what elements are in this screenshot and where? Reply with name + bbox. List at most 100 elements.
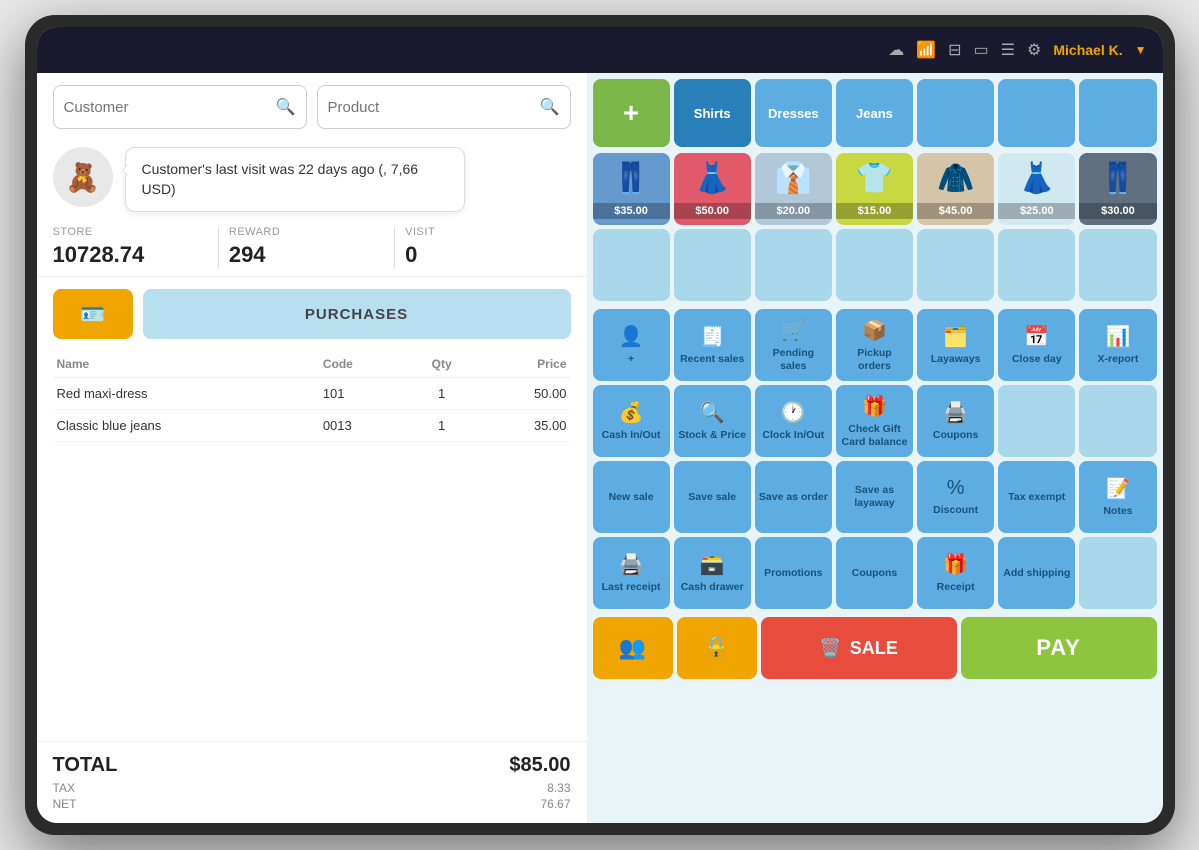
receipt-label: Receipt [937,581,975,594]
save-as-order-button[interactable]: Save as order [755,461,832,533]
pending-sales-label: Pending sales [759,347,828,372]
table-row[interactable]: Classic blue jeans 0013 1 35.00 [53,410,571,442]
net-label: NET [53,797,77,811]
product-red-dress-img: 👗 [674,153,751,203]
item-qty: 1 [409,410,475,442]
product-empty-grid [587,229,1163,305]
item-name: Red maxi-dress [53,378,319,410]
product-beige[interactable]: 🧥 $45.00 [917,153,994,225]
tooltip-text: Customer's last visit was 22 days ago (,… [142,161,419,197]
lock-button[interactable]: 🔒 [677,617,757,679]
receipt-button[interactable]: 🎁 Receipt [917,537,994,609]
card-button[interactable]: 🪪 [53,289,133,339]
product-jeans-price: $35.00 [593,203,670,219]
product-yellow-shirt[interactable]: 👕 $15.00 [836,153,913,225]
product-white[interactable]: 👗 $25.00 [998,153,1075,225]
customer-search-box: 🔍 [53,85,307,129]
close-day-button[interactable]: 📅 Close day [998,309,1075,381]
signal-icon: 📶 [916,40,936,60]
close-day-icon: 📅 [1024,324,1049,349]
pickup-orders-icon: 📦 [862,318,887,343]
product-yellow-price: $15.00 [836,203,913,219]
stock-price-button[interactable]: 🔍 Stock & Price [674,385,751,457]
cloud-icon: ☁ [888,40,904,60]
function-grid-3: New sale Save sale Save as order Save as… [587,461,1163,537]
stock-price-icon: 🔍 [700,400,725,425]
add-category-button[interactable]: + [593,79,670,147]
category-4[interactable] [917,79,994,147]
table-row[interactable]: Red maxi-dress 101 1 50.00 [53,378,571,410]
item-name: Classic blue jeans [53,410,319,442]
col-code-header: Code [319,351,409,378]
add-customer-button[interactable]: 👤 + [593,309,670,381]
product-shirt-price: $20.00 [755,203,832,219]
purchases-button[interactable]: PURCHASES [143,289,571,339]
close-day-label: Close day [1012,353,1062,366]
pickup-orders-button[interactable]: 📦 Pickup orders [836,309,913,381]
coupons-label: Coupons [852,567,898,580]
clock-in-out-icon: 🕐 [781,400,806,425]
receipt-icon: 🎁 [943,552,968,577]
promotions-button[interactable]: Promotions [755,537,832,609]
x-report-label: X-report [1098,353,1139,366]
save-sale-button[interactable]: Save sale [674,461,751,533]
pay-button[interactable]: PAY [961,617,1157,679]
layaways-label: Layaways [931,353,981,366]
store-stat: STORE 10728.74 [53,226,219,268]
tax-exempt-button[interactable]: Tax exempt [998,461,1075,533]
save-as-layaway-button[interactable]: Save as layaway [836,461,913,533]
sale-button[interactable]: 🗑️ SALE [761,617,957,679]
product-jeans[interactable]: 👖 $35.00 [593,153,670,225]
discount-button[interactable]: % Discount [917,461,994,533]
notes-icon: 📝 [1105,476,1130,501]
last-receipt-button[interactable]: 🖨️ Last receipt [593,537,670,609]
category-5[interactable] [998,79,1075,147]
x-report-button[interactable]: 📊 X-report [1079,309,1156,381]
category-shirts[interactable]: Shirts [674,79,751,147]
product-white-img: 👗 [998,153,1075,203]
customer-search-icon: 🔍 [276,97,296,117]
coupons-print-button[interactable]: 🖨️ Coupons [917,385,994,457]
user-name[interactable]: Michael K. [1053,42,1122,58]
add-shipping-button[interactable]: Add shipping [998,537,1075,609]
last-receipt-label: Last receipt [602,581,661,594]
product-beige-price: $45.00 [917,203,994,219]
cash-drawer-icon: 🗃️ [700,552,725,577]
notes-button[interactable]: 📝 Notes [1079,461,1156,533]
pending-sales-button[interactable]: 🛒 Pending sales [755,309,832,381]
product-search-icon: 🔍 [540,97,560,117]
cash-in-out-button[interactable]: 💰 Cash In/Out [593,385,670,457]
card-icon: 🪪 [80,302,105,327]
total-amount: $85.00 [509,754,570,777]
notes-label: Notes [1103,505,1132,518]
category-jeans[interactable]: Jeans [836,79,913,147]
gift-card-button[interactable]: 🎁 Check Gift Card balance [836,385,913,457]
product-shirt[interactable]: 👔 $20.00 [755,153,832,225]
cash-in-out-label: Cash In/Out [602,429,661,442]
layaways-button[interactable]: 🗂️ Layaways [917,309,994,381]
product-jeans-img: 👖 [593,153,670,203]
category-dresses[interactable]: Dresses [755,79,832,147]
customers-button[interactable]: 👥 [593,617,673,679]
empty-func-2 [1079,385,1156,457]
clock-in-out-button[interactable]: 🕐 Clock In/Out [755,385,832,457]
recent-sales-label: Recent sales [680,353,744,366]
save-as-order-label: Save as order [759,491,828,504]
function-grid-2: 💰 Cash In/Out 🔍 Stock & Price 🕐 Clock In… [587,385,1163,461]
coupons-button[interactable]: Coupons [836,537,913,609]
pickup-orders-label: Pickup orders [840,347,909,372]
trash-icon: 🗑️ [819,638,841,659]
gift-card-label: Check Gift Card balance [840,423,909,448]
reward-stat: REWARD 294 [219,226,395,268]
customer-input[interactable] [64,99,276,116]
product-black[interactable]: 👖 $30.00 [1079,153,1156,225]
last-receipt-icon: 🖨️ [619,552,644,577]
category-6[interactable] [1079,79,1156,147]
product-red-dress[interactable]: 👗 $50.00 [674,153,751,225]
recent-sales-button[interactable]: 🧾 Recent sales [674,309,751,381]
new-sale-button[interactable]: New sale [593,461,670,533]
promotions-label: Promotions [764,567,822,580]
product-black-img: 👖 [1079,153,1156,203]
product-input[interactable] [328,99,540,116]
cash-drawer-button[interactable]: 🗃️ Cash drawer [674,537,751,609]
